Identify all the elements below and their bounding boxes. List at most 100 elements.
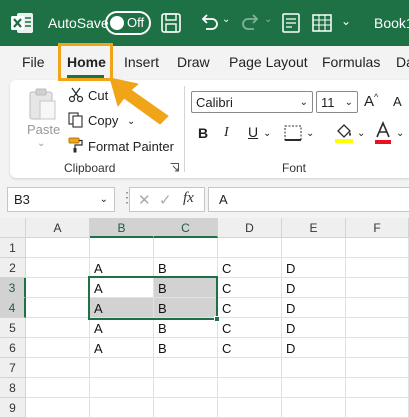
undo-icon[interactable] xyxy=(198,11,220,33)
column-header-a[interactable]: A xyxy=(26,218,90,238)
tab-data[interactable]: Da xyxy=(396,54,409,70)
paste-button-label[interactable]: Paste xyxy=(27,122,60,137)
cell-f1[interactable] xyxy=(346,238,409,258)
column-header-e[interactable]: E xyxy=(282,218,346,238)
cell-d5[interactable]: C xyxy=(218,318,282,338)
font-size-dropdown[interactable]: 11 ⌄ xyxy=(316,91,358,113)
fill-color-dropdown-icon[interactable]: ⌄ xyxy=(357,128,365,139)
cell-a6[interactable] xyxy=(26,338,90,358)
italic-button[interactable]: I xyxy=(224,125,229,141)
cell-f6[interactable] xyxy=(346,338,409,358)
cell-e7[interactable] xyxy=(282,358,346,378)
cell-b2[interactable]: A xyxy=(90,258,154,278)
cell-a5[interactable] xyxy=(26,318,90,338)
row-header-8[interactable]: 8 xyxy=(0,378,26,398)
clipboard-launcher-icon[interactable] xyxy=(170,163,179,172)
copy-icon[interactable] xyxy=(68,112,84,128)
scissors-icon[interactable] xyxy=(68,87,84,103)
cell-f7[interactable] xyxy=(346,358,409,378)
name-box[interactable]: B3 ⌄ xyxy=(7,187,115,212)
cell-d2[interactable]: C xyxy=(218,258,282,278)
cell-d1[interactable] xyxy=(218,238,282,258)
format-painter-icon[interactable] xyxy=(68,137,84,153)
cell-e9[interactable] xyxy=(282,398,346,418)
increase-font-size-icon[interactable]: A^ xyxy=(364,92,378,110)
cell-b6[interactable]: A xyxy=(90,338,154,358)
paste-dropdown-icon[interactable]: ⌄ xyxy=(37,138,45,149)
autosave-toggle[interactable]: Off xyxy=(105,11,151,35)
cell-b3[interactable]: A xyxy=(90,278,154,298)
row-header-7[interactable]: 7 xyxy=(0,358,26,378)
row-header-4[interactable]: 4 xyxy=(0,298,26,318)
cell-b7[interactable] xyxy=(90,358,154,378)
paste-icon[interactable] xyxy=(27,87,57,121)
cell-c2[interactable]: B xyxy=(154,258,218,278)
tab-draw[interactable]: Draw xyxy=(177,54,210,70)
tab-insert[interactable]: Insert xyxy=(124,54,159,70)
cell-a4[interactable] xyxy=(26,298,90,318)
column-header-d[interactable]: D xyxy=(218,218,282,238)
column-header-c[interactable]: C xyxy=(154,218,218,238)
cell-e6[interactable]: D xyxy=(282,338,346,358)
cell-f8[interactable] xyxy=(346,378,409,398)
sheet-icon[interactable] xyxy=(311,12,333,34)
cell-d9[interactable] xyxy=(218,398,282,418)
underline-dropdown-icon[interactable]: ⌄ xyxy=(263,128,271,139)
insert-function-icon[interactable]: fx xyxy=(183,190,194,207)
cell-e5[interactable]: D xyxy=(282,318,346,338)
row-header-9[interactable]: 9 xyxy=(0,398,26,418)
column-header-f[interactable]: F xyxy=(346,218,409,238)
cell-c5[interactable]: B xyxy=(154,318,218,338)
customize-qat-icon[interactable]: ⌄ xyxy=(341,14,351,28)
cell-b8[interactable] xyxy=(90,378,154,398)
cell-a7[interactable] xyxy=(26,358,90,378)
undo-dropdown-icon[interactable]: ⌄ xyxy=(222,14,230,25)
cell-a3[interactable] xyxy=(26,278,90,298)
cell-a9[interactable] xyxy=(26,398,90,418)
font-name-dropdown[interactable]: Calibri ⌄ xyxy=(191,91,313,113)
row-header-2[interactable]: 2 xyxy=(0,258,26,278)
cell-d4[interactable]: C xyxy=(218,298,282,318)
cell-f2[interactable] xyxy=(346,258,409,278)
row-header-6[interactable]: 6 xyxy=(0,338,26,358)
font-color-icon[interactable] xyxy=(374,121,392,145)
cell-c1[interactable] xyxy=(154,238,218,258)
fill-color-icon[interactable] xyxy=(334,122,354,144)
cell-a1[interactable] xyxy=(26,238,90,258)
row-header-5[interactable]: 5 xyxy=(0,318,26,338)
cell-e4[interactable]: D xyxy=(282,298,346,318)
cell-c7[interactable] xyxy=(154,358,218,378)
form-icon[interactable] xyxy=(281,12,301,34)
cell-c3[interactable]: B xyxy=(154,278,218,298)
cell-d3[interactable]: C xyxy=(218,278,282,298)
redo-icon[interactable] xyxy=(240,11,262,33)
cell-e2[interactable]: D xyxy=(282,258,346,278)
select-all-corner[interactable] xyxy=(0,218,26,238)
cell-d6[interactable]: C xyxy=(218,338,282,358)
cell-f5[interactable] xyxy=(346,318,409,338)
borders-icon[interactable] xyxy=(284,125,302,141)
redo-dropdown-icon[interactable]: ⌄ xyxy=(264,14,272,25)
cut-button[interactable]: Cut xyxy=(88,88,108,103)
cell-c4[interactable]: B xyxy=(154,298,218,318)
cell-a2[interactable] xyxy=(26,258,90,278)
cell-c6[interactable]: B xyxy=(154,338,218,358)
borders-dropdown-icon[interactable]: ⌄ xyxy=(306,128,314,139)
cell-e8[interactable] xyxy=(282,378,346,398)
decrease-font-size-icon[interactable]: A xyxy=(393,94,402,109)
cell-c8[interactable] xyxy=(154,378,218,398)
cell-e3[interactable]: D xyxy=(282,278,346,298)
cell-f4[interactable] xyxy=(346,298,409,318)
cell-d8[interactable] xyxy=(218,378,282,398)
cell-b9[interactable] xyxy=(90,398,154,418)
cancel-icon[interactable]: ✕ xyxy=(138,191,151,209)
enter-icon[interactable]: ✓ xyxy=(159,191,172,209)
cell-b4[interactable]: A xyxy=(90,298,154,318)
cell-f3[interactable] xyxy=(346,278,409,298)
cell-a8[interactable] xyxy=(26,378,90,398)
column-header-b[interactable]: B xyxy=(90,218,154,238)
cell-b1[interactable] xyxy=(90,238,154,258)
tab-formulas[interactable]: Formulas xyxy=(322,54,380,70)
cell-d7[interactable] xyxy=(218,358,282,378)
format-painter-button[interactable]: Format Painter xyxy=(88,139,174,154)
